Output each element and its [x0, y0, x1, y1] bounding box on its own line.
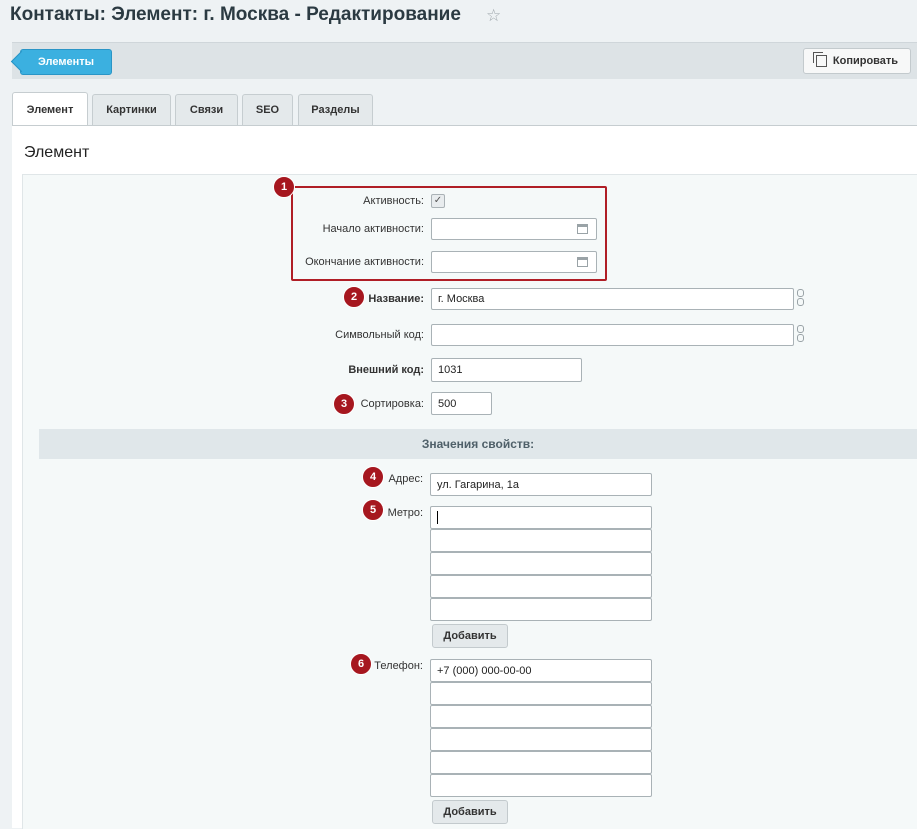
phone-input-6[interactable] — [430, 774, 652, 797]
back-button-label: Элементы — [37, 56, 95, 68]
tab-sections[interactable]: Разделы — [298, 94, 373, 125]
calendar-icon[interactable] — [577, 257, 588, 267]
xml-id-label: Внешний код: — [348, 364, 424, 376]
code-link-icon[interactable] — [797, 325, 804, 345]
phone-input-4[interactable] — [430, 728, 652, 751]
phone-value-1: +7 (000) 000-00-00 — [437, 664, 532, 677]
metro-input-3[interactable] — [430, 552, 652, 575]
back-to-elements-button[interactable]: Элементы — [20, 49, 112, 75]
phone-input-2[interactable] — [430, 682, 652, 705]
xml-id-value: 1031 — [438, 364, 463, 376]
name-input[interactable]: г. Москва — [431, 288, 794, 310]
xml-id-input[interactable]: 1031 — [431, 358, 582, 382]
translit-link-icon[interactable] — [797, 289, 804, 309]
phone-input-5[interactable] — [430, 751, 652, 774]
active-from-input[interactable] — [431, 218, 597, 240]
copy-icon — [812, 52, 827, 67]
phone-label: Телефон: — [374, 660, 423, 672]
tab-pictures[interactable]: Картинки — [92, 94, 171, 125]
copy-button-label: Копировать — [832, 55, 899, 67]
text-cursor — [437, 511, 438, 524]
properties-header: Значения свойств: — [39, 429, 917, 459]
metro-input-4[interactable] — [430, 575, 652, 598]
address-label: Адрес: — [388, 473, 423, 485]
metro-input-5[interactable] — [430, 598, 652, 621]
tab-element[interactable]: Элемент — [12, 92, 88, 126]
active-from-label: Начало активности: — [322, 223, 424, 235]
phone-input-3[interactable] — [430, 705, 652, 728]
code-input[interactable] — [431, 324, 794, 346]
name-label: Название: — [368, 293, 424, 305]
section-title: Элемент — [24, 144, 90, 161]
toolbar: Элементы Копировать — [12, 42, 917, 79]
metro-add-button[interactable]: Добавить — [432, 624, 508, 648]
element-panel: Элемент 1 Активность: ✓ Начало активност… — [12, 125, 917, 829]
active-to-input[interactable] — [431, 251, 597, 273]
phone-input-1[interactable]: +7 (000) 000-00-00 — [430, 659, 652, 682]
phone-add-button[interactable]: Добавить — [432, 800, 508, 824]
address-input[interactable]: ул. Гагарина, 1а — [430, 473, 652, 496]
sort-label: Сортировка: — [360, 398, 424, 410]
name-value: г. Москва — [438, 293, 485, 305]
metro-label: Метро: — [387, 507, 423, 519]
code-label: Символьный код: — [335, 329, 424, 341]
sort-value: 500 — [438, 397, 457, 410]
calendar-icon[interactable] — [577, 224, 588, 234]
address-value: ул. Гагарина, 1а — [437, 478, 519, 491]
sort-input[interactable]: 500 — [431, 392, 492, 415]
page-title: Контакты: Элемент: г. Москва - Редактиро… — [10, 4, 461, 25]
tab-seo[interactable]: SEO — [242, 94, 293, 125]
copy-button[interactable]: Копировать — [803, 48, 911, 74]
tab-links[interactable]: Связи — [175, 94, 238, 125]
metro-input-1[interactable] — [430, 506, 652, 529]
active-checkbox[interactable]: ✓ — [431, 194, 445, 208]
active-label: Активность: — [363, 195, 424, 207]
active-to-label: Окончание активности: — [305, 256, 424, 268]
metro-input-2[interactable] — [430, 529, 652, 552]
star-icon[interactable]: ☆ — [486, 6, 501, 26]
